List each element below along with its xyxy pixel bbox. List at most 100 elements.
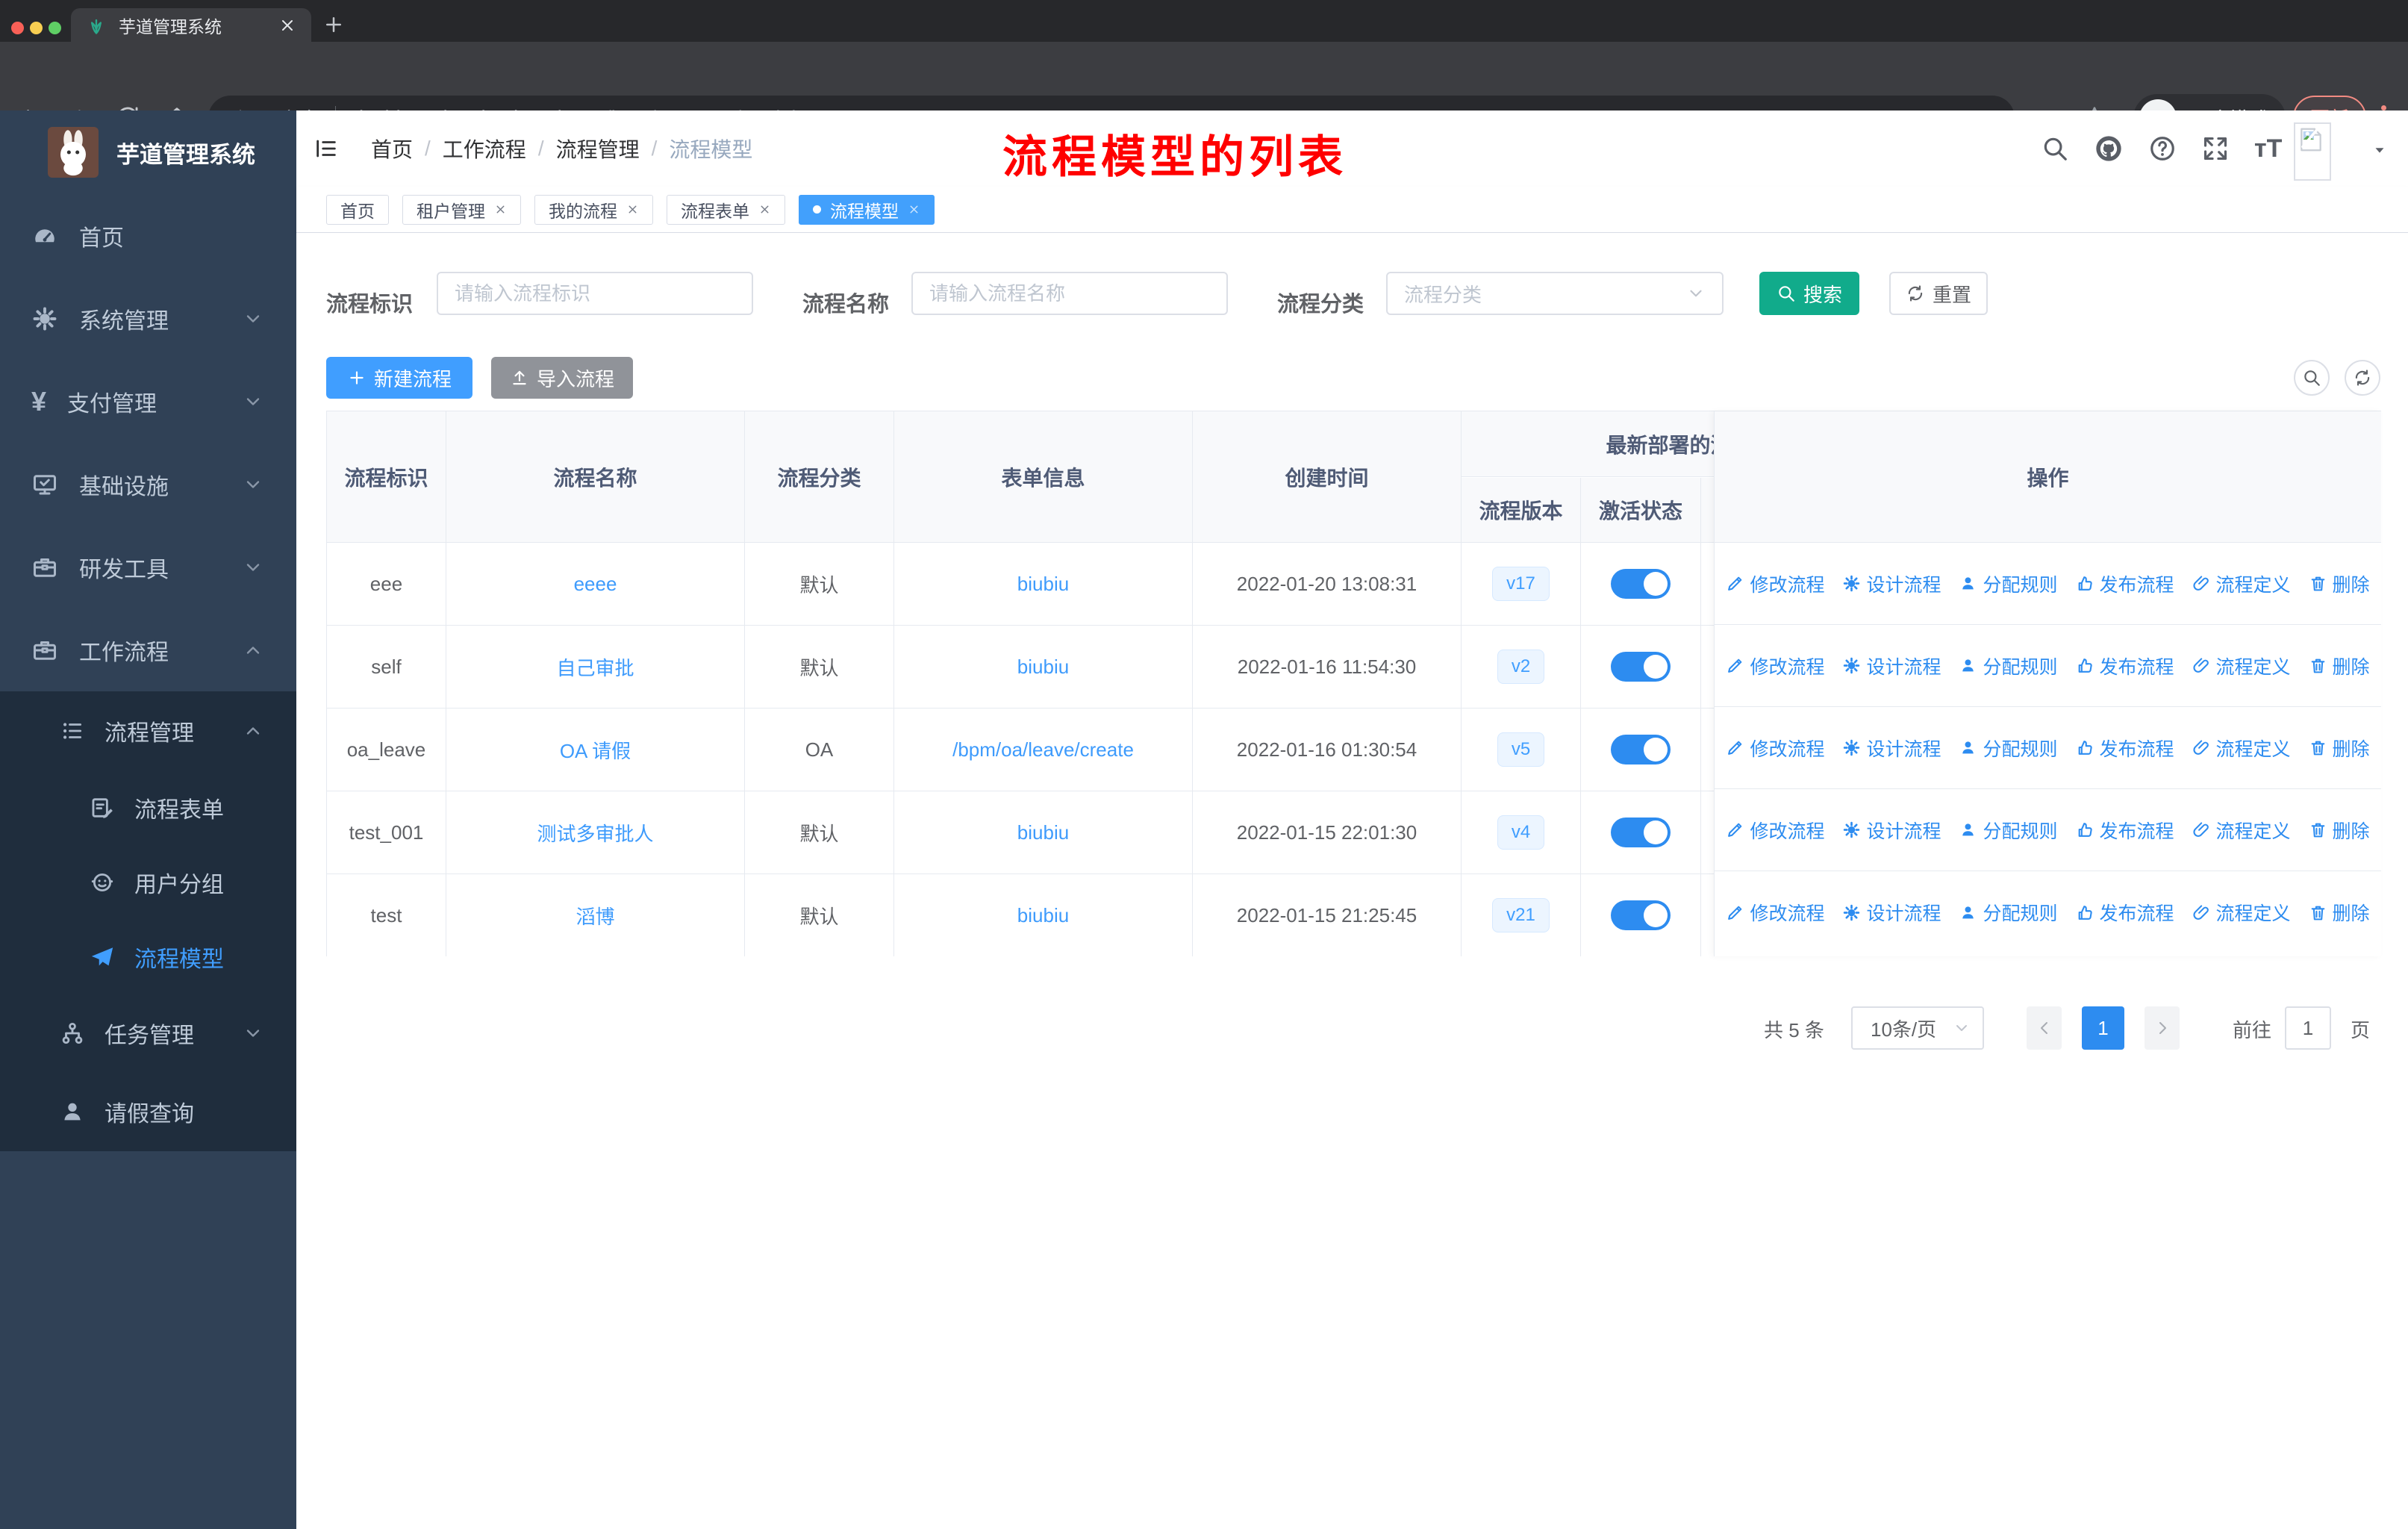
table-search-toggle-button[interactable] — [2294, 360, 2330, 396]
design-process-link[interactable]: 设计流程 — [1842, 570, 1941, 597]
cell-name-link[interactable]: 测试多审批人 — [446, 791, 745, 874]
new-tab-button[interactable] — [322, 13, 345, 36]
window-close-button[interactable] — [11, 22, 24, 34]
publish-process-link[interactable]: 发布流程 — [2076, 653, 2174, 679]
cell-name-link[interactable]: 滔博 — [446, 874, 745, 956]
process-definition-link[interactable]: 流程定义 — [2192, 817, 2291, 844]
process-definition-link[interactable]: 流程定义 — [2192, 899, 2291, 926]
assign-rule-link[interactable]: 分配规则 — [1959, 735, 2058, 762]
sidebar-item-leave-query[interactable]: 请假查询 — [0, 1072, 296, 1151]
design-process-link[interactable]: 设计流程 — [1842, 735, 1941, 762]
cell-form-link[interactable]: biubiu — [894, 791, 1193, 874]
active-toggle[interactable] — [1611, 569, 1671, 599]
edit-process-link[interactable]: 修改流程 — [1726, 570, 1824, 597]
cell-name-link[interactable]: 自己审批 — [446, 626, 745, 708]
assign-rule-link[interactable]: 分配规则 — [1959, 653, 2058, 679]
cell-name-link[interactable]: eeee — [446, 543, 745, 625]
cell-name-link[interactable]: OA 请假 — [446, 709, 745, 791]
tagview-process-model[interactable]: 流程模型 — [799, 194, 935, 225]
sidebar-item-payment[interactable]: ¥ 支付管理 — [0, 360, 296, 443]
tag-close-icon[interactable] — [626, 203, 639, 216]
window-minimize-button[interactable] — [30, 22, 43, 34]
delete-link[interactable]: 删除 — [2309, 653, 2370, 679]
sidebar-item-task-mgmt[interactable]: 任务管理 — [0, 994, 296, 1072]
breadcrumb-workflow[interactable]: 工作流程 — [443, 134, 526, 164]
active-toggle[interactable] — [1611, 652, 1671, 682]
cell-form-link[interactable]: biubiu — [894, 874, 1193, 956]
github-icon[interactable] — [2094, 134, 2124, 164]
cell-form-link[interactable]: biubiu — [894, 626, 1193, 708]
tag-close-icon[interactable] — [908, 203, 920, 216]
process-definition-link[interactable]: 流程定义 — [2192, 735, 2291, 762]
next-page-button[interactable] — [2145, 1006, 2180, 1050]
active-toggle[interactable] — [1611, 735, 1671, 764]
sidebar-item-home[interactable]: 首页 — [0, 194, 296, 277]
create-process-button[interactable]: 新建流程 — [326, 357, 472, 399]
reset-button[interactable]: 重置 — [1889, 272, 1988, 315]
design-process-link[interactable]: 设计流程 — [1842, 899, 1941, 926]
process-category-select[interactable]: 流程分类 — [1386, 272, 1724, 315]
sidebar-item-process-mgmt[interactable]: 流程管理 — [0, 691, 296, 770]
process-key-input[interactable] — [437, 272, 753, 315]
sidebar-item-workflow[interactable]: 工作流程 — [0, 608, 296, 691]
tag-close-icon[interactable] — [758, 203, 771, 216]
process-name-input[interactable] — [911, 272, 1228, 315]
assign-rule-link[interactable]: 分配规则 — [1959, 817, 2058, 844]
search-icon[interactable] — [2041, 134, 2069, 163]
delete-link[interactable]: 删除 — [2309, 899, 2370, 926]
tagview-process-form[interactable]: 流程表单 — [667, 194, 785, 225]
tab-close-icon[interactable] — [278, 16, 296, 34]
table-refresh-button[interactable] — [2345, 360, 2380, 396]
sidebar-item-user-group[interactable]: 用户分组 — [0, 845, 296, 920]
window-zoom-button[interactable] — [49, 22, 61, 34]
page-size-select[interactable]: 10条/页 — [1851, 1006, 1984, 1050]
delete-link[interactable]: 删除 — [2309, 817, 2370, 844]
active-toggle[interactable] — [1611, 818, 1671, 847]
sidebar-item-devtools[interactable]: 研发工具 — [0, 526, 296, 608]
version-badge[interactable]: v2 — [1497, 650, 1545, 684]
sidebar-item-process-form[interactable]: 流程表单 — [0, 770, 296, 845]
publish-process-link[interactable]: 发布流程 — [2076, 817, 2174, 844]
help-icon[interactable] — [2148, 134, 2177, 163]
prev-page-button[interactable] — [2027, 1006, 2062, 1050]
design-process-link[interactable]: 设计流程 — [1842, 817, 1941, 844]
edit-process-link[interactable]: 修改流程 — [1726, 899, 1824, 926]
cell-form-link[interactable]: /bpm/oa/leave/create — [894, 709, 1193, 791]
browser-tab[interactable]: 芋道管理系统 — [71, 8, 311, 42]
tagview-home[interactable]: 首页 — [326, 194, 389, 225]
sidebar-item-infra[interactable]: 基础设施 — [0, 443, 296, 526]
assign-rule-link[interactable]: 分配规则 — [1959, 899, 2058, 926]
process-definition-link[interactable]: 流程定义 — [2192, 653, 2291, 679]
user-avatar[interactable] — [2294, 122, 2331, 181]
user-menu-caret-icon[interactable] — [2371, 142, 2388, 158]
goto-page-input[interactable] — [2285, 1006, 2331, 1050]
breadcrumb-process-mgmt[interactable]: 流程管理 — [556, 134, 640, 164]
breadcrumb-home[interactable]: 首页 — [371, 134, 413, 164]
assign-rule-link[interactable]: 分配规则 — [1959, 570, 2058, 597]
active-toggle[interactable] — [1611, 900, 1671, 930]
edit-process-link[interactable]: 修改流程 — [1726, 653, 1824, 679]
version-badge[interactable]: v21 — [1492, 898, 1550, 932]
delete-link[interactable]: 删除 — [2309, 735, 2370, 762]
font-size-icon[interactable]: ᴛT — [2254, 134, 2282, 164]
publish-process-link[interactable]: 发布流程 — [2076, 735, 2174, 762]
fullscreen-icon[interactable] — [2201, 134, 2230, 163]
delete-link[interactable]: 删除 — [2309, 570, 2370, 597]
page-number-button[interactable]: 1 — [2082, 1006, 2124, 1050]
cell-form-link[interactable]: biubiu — [894, 543, 1193, 625]
import-process-button[interactable]: 导入流程 — [491, 357, 633, 399]
version-badge[interactable]: v17 — [1492, 567, 1550, 601]
sidebar-item-system[interactable]: 系统管理 — [0, 277, 296, 360]
tagview-tenant[interactable]: 租户管理 — [402, 194, 521, 225]
publish-process-link[interactable]: 发布流程 — [2076, 570, 2174, 597]
sidebar-collapse-icon[interactable] — [314, 136, 339, 161]
version-badge[interactable]: v4 — [1497, 815, 1545, 850]
tag-close-icon[interactable] — [494, 203, 507, 216]
publish-process-link[interactable]: 发布流程 — [2076, 899, 2174, 926]
sidebar-item-process-model[interactable]: 流程模型 — [0, 920, 296, 994]
edit-process-link[interactable]: 修改流程 — [1726, 735, 1824, 762]
version-badge[interactable]: v5 — [1497, 732, 1545, 767]
edit-process-link[interactable]: 修改流程 — [1726, 817, 1824, 844]
search-button[interactable]: 搜索 — [1759, 272, 1859, 315]
tagview-my-process[interactable]: 我的流程 — [534, 194, 653, 225]
